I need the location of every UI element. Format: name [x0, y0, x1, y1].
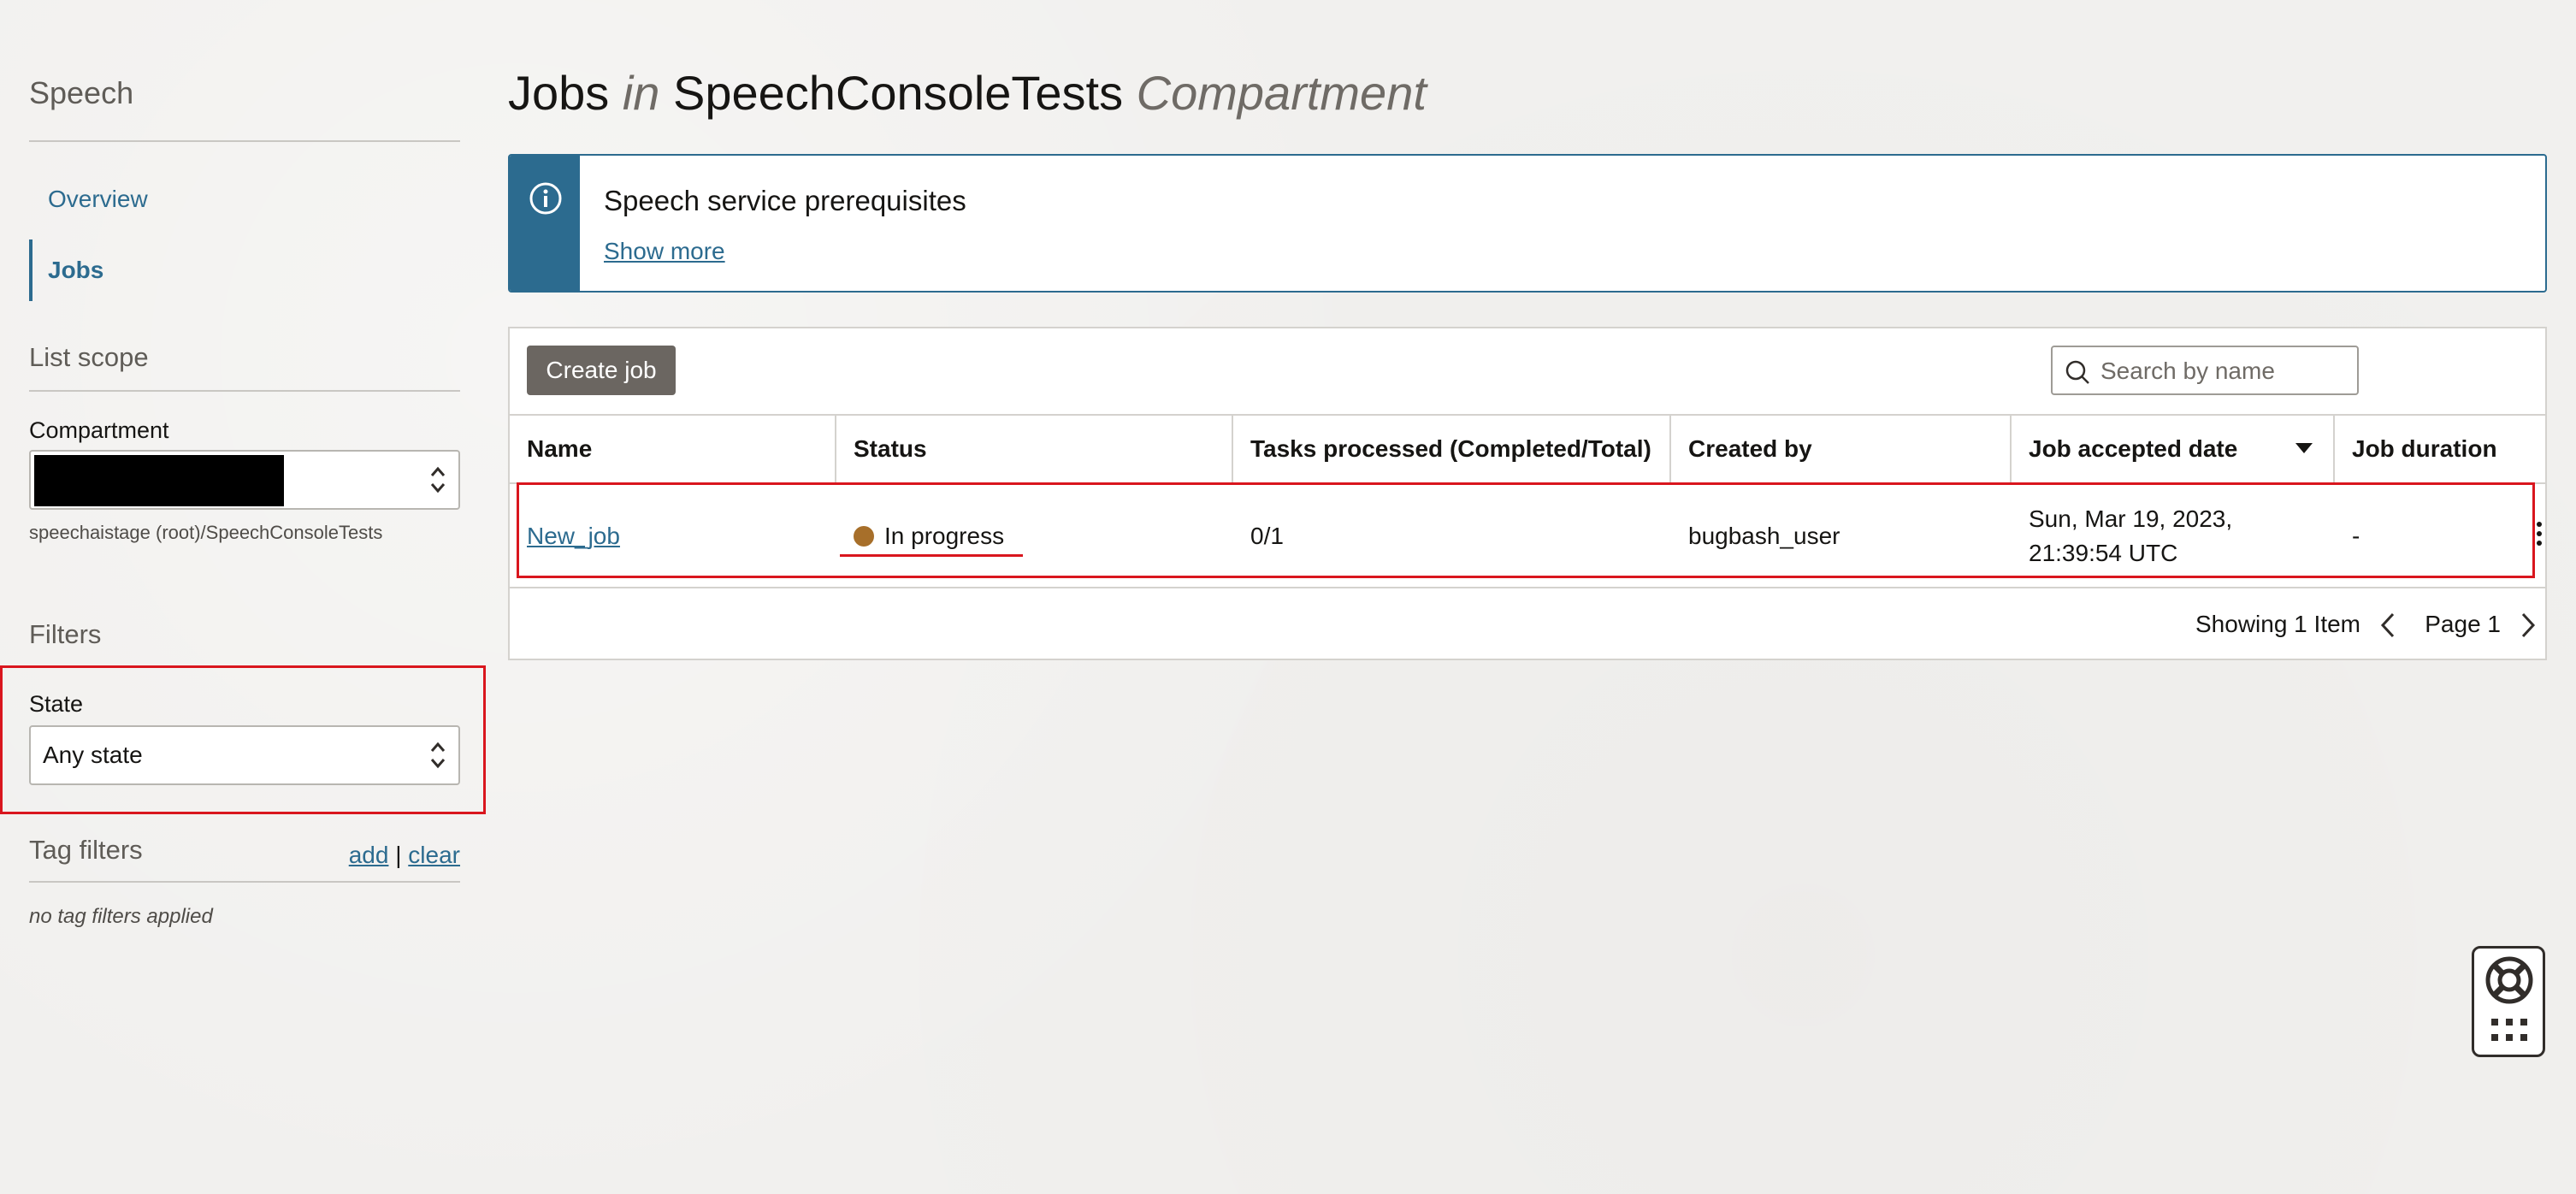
- divider: [29, 390, 460, 392]
- page-title-main: Jobs: [508, 66, 610, 120]
- column-header-accepted-date-label: Job accepted date: [2029, 435, 2238, 462]
- sidebar-nav: Overview Jobs: [29, 178, 460, 320]
- highlight-box: [0, 665, 486, 814]
- row-actions-icon[interactable]: [2537, 522, 2544, 551]
- page-number: Page 1: [2425, 611, 2501, 637]
- create-job-button[interactable]: Create job: [527, 346, 676, 395]
- lifebuoy-icon: [2485, 956, 2533, 1004]
- divider: [29, 140, 460, 142]
- list-scope-title: List scope: [29, 342, 149, 372]
- add-tag-filter-link[interactable]: add: [349, 842, 389, 868]
- app-grid-icon: [2491, 1019, 2527, 1041]
- sort-desc-icon: [2295, 443, 2313, 453]
- table-header: Name Status Tasks processed (Completed/T…: [510, 414, 2545, 484]
- info-icon: [529, 182, 562, 215]
- highlight-box: [517, 482, 2535, 578]
- column-header-name[interactable]: Name: [510, 416, 836, 482]
- column-header-tasks[interactable]: Tasks processed (Completed/Total): [1233, 416, 1671, 482]
- compartment-select[interactable]: [29, 450, 460, 510]
- show-more-link[interactable]: Show more: [604, 238, 725, 265]
- tag-filter-actions: add | clear: [349, 842, 460, 869]
- compartment-path: speechaistage (root)/SpeechConsoleTests: [29, 522, 383, 543]
- chevron-left-icon[interactable]: [2378, 611, 2400, 640]
- compartment-label: Compartment: [29, 417, 169, 443]
- sidebar-item-jobs[interactable]: Jobs: [29, 239, 460, 301]
- sidebar-item-overview[interactable]: Overview: [29, 178, 460, 221]
- redacted-value: [34, 455, 284, 506]
- filters-title: Filters: [29, 619, 102, 649]
- showing-count: Showing 1 Item: [2195, 611, 2360, 637]
- banner-side: [510, 156, 580, 291]
- help-widget[interactable]: [2472, 946, 2545, 1057]
- tag-filters-empty: no tag filters applied: [29, 905, 213, 928]
- select-arrows-icon: [430, 466, 446, 494]
- chevron-right-icon[interactable]: [2516, 611, 2538, 640]
- clear-tag-filter-link[interactable]: clear: [408, 842, 460, 868]
- info-banner: Speech service prerequisites Show more: [508, 154, 2547, 293]
- search-icon: [2065, 360, 2089, 384]
- page-title-compartment: SpeechConsoleTests: [673, 66, 1124, 120]
- separator: |: [395, 842, 402, 868]
- column-header-duration[interactable]: Job duration: [2335, 416, 2545, 482]
- page-title-in: in: [622, 66, 660, 120]
- column-header-created-by[interactable]: Created by: [1671, 416, 2012, 482]
- search-input[interactable]: [2100, 352, 2349, 390]
- tag-filters-title: Tag filters: [29, 835, 143, 865]
- column-header-accepted-date[interactable]: Job accepted date: [2012, 416, 2335, 482]
- divider: [29, 881, 460, 883]
- page-title-suffix: Compartment: [1136, 66, 1427, 120]
- banner-title: Speech service prerequisites: [604, 185, 966, 216]
- sidebar-title: Speech: [29, 75, 134, 110]
- table-footer: Showing 1 Item Page 1: [510, 587, 2545, 660]
- search-field[interactable]: [2051, 346, 2359, 395]
- column-header-status[interactable]: Status: [836, 416, 1233, 482]
- page-title: Jobs in SpeechConsoleTests Compartment: [508, 65, 1427, 121]
